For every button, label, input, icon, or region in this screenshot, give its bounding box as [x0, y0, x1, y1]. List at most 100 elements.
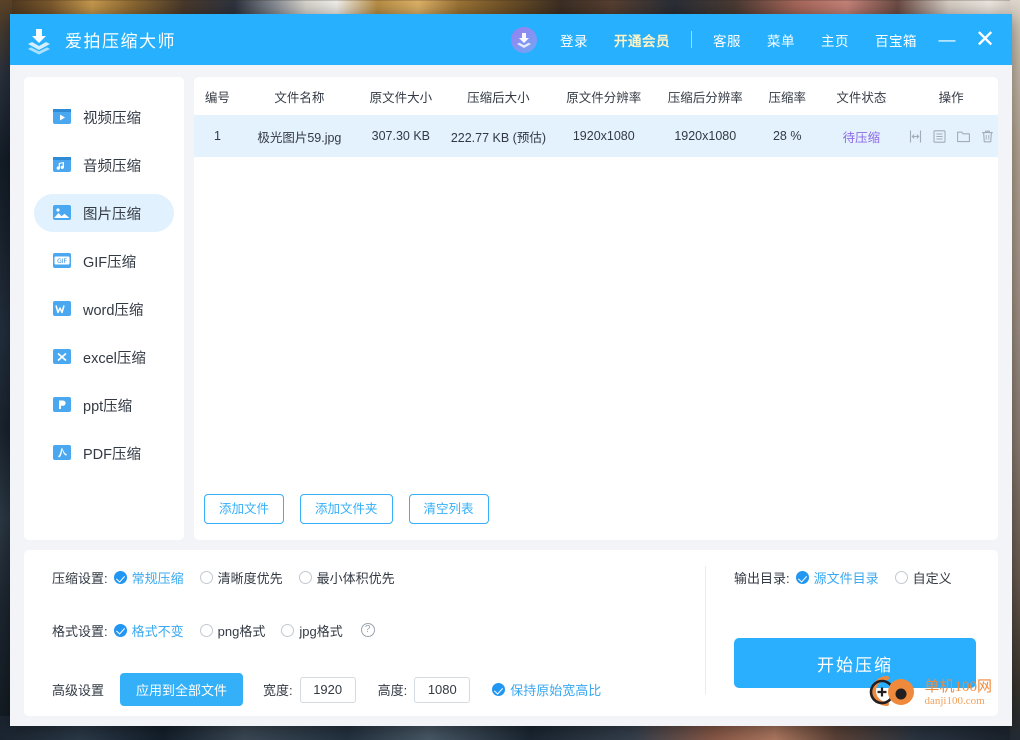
- detail-icon[interactable]: [932, 129, 947, 144]
- col-filename: 文件名称: [274, 90, 325, 105]
- radio-label: 清晰度优先: [217, 571, 283, 586]
- sidebar-item-label: 音频压缩: [83, 158, 141, 175]
- sidebar-item-word[interactable]: word压缩: [34, 290, 174, 328]
- sidebar-item-pdf[interactable]: PDF压缩: [34, 434, 174, 472]
- format-settings-row: 格式设置: 格式不变 png格式 jpg格式 ?: [52, 621, 705, 640]
- sidebar-item-video[interactable]: 视频压缩: [34, 98, 174, 136]
- open-folder-icon[interactable]: [956, 129, 971, 144]
- file-panel: 编号 文件名称 原文件大小 压缩后大小 原文件分辨率 压缩后分辨率 压缩率 文件…: [194, 77, 998, 540]
- radio-label: 自定义: [912, 571, 952, 586]
- sidebar-item-label: 图片压缩: [83, 206, 141, 223]
- titlebar-divider: [691, 31, 692, 48]
- image-compress-icon: [52, 203, 72, 223]
- radio-dot: [199, 571, 213, 584]
- video-compress-icon: [52, 107, 72, 127]
- compress-settings-label: 压缩设置:: [52, 571, 108, 586]
- app-title: 爱拍压缩大师: [65, 32, 176, 51]
- cell-filename: 极光图片59.jpg: [240, 115, 358, 157]
- settings-left: 压缩设置: 常规压缩 清晰度优先 最小体积优先 格式设置: 格式不变 png格式…: [24, 550, 705, 716]
- radio-keep-format[interactable]: 格式不变: [113, 621, 184, 640]
- file-table: 编号 文件名称 原文件大小 压缩后大小 原文件分辨率 压缩后分辨率 压缩率 文件…: [194, 77, 998, 157]
- top-row: 视频压缩 音频压缩 图片压缩 GIF GIF压缩 word压缩 excel压缩 …: [24, 77, 998, 540]
- sidebar-item-label: GIF压缩: [83, 254, 137, 271]
- sidebar: 视频压缩 音频压缩 图片压缩 GIF GIF压缩 word压缩 excel压缩 …: [24, 77, 184, 540]
- add-file-button[interactable]: 添加文件: [204, 493, 285, 524]
- user-avatar[interactable]: [511, 26, 537, 53]
- height-label: 高度:: [377, 683, 408, 698]
- svg-text:GIF: GIF: [57, 258, 67, 265]
- file-action-buttons: 添加文件 添加文件夹 清空列表: [194, 493, 998, 540]
- radio-dot: [795, 571, 809, 584]
- cell-orig-res: 1920x1080: [553, 115, 655, 157]
- radio-dot: [281, 623, 295, 637]
- titlebar-link-open-vip[interactable]: 开通会员: [601, 30, 683, 50]
- start-button-wrap: 开始压缩: [734, 638, 976, 688]
- radio-dot: [199, 623, 213, 637]
- radio-custom-directory[interactable]: 自定义: [894, 568, 952, 587]
- settings-panel: 压缩设置: 常规压缩 清晰度优先 最小体积优先 格式设置: 格式不变 png格式…: [24, 550, 998, 716]
- width-input[interactable]: [299, 676, 356, 703]
- row-actions: [904, 129, 998, 144]
- sidebar-item-label: ppt压缩: [83, 398, 133, 415]
- excel-compress-icon: [52, 347, 72, 367]
- output-dir-label: 输出目录:: [734, 571, 790, 586]
- radio-label: 常规压缩: [131, 571, 184, 586]
- col-orig-res: 原文件分辨率: [566, 90, 642, 105]
- add-folder-button[interactable]: 添加文件夹: [300, 493, 393, 524]
- checkbox-keep-aspect-ratio[interactable]: 保持原始宽高比: [492, 680, 601, 699]
- clear-list-button[interactable]: 清空列表: [408, 493, 489, 524]
- application-window: 爱拍压缩大师 登录 开通会员 客服 菜单 主页 百宝箱 — ✕ 视频压缩 音频压…: [10, 14, 1012, 726]
- sidebar-item-excel[interactable]: excel压缩: [34, 338, 174, 376]
- close-button[interactable]: ✕: [968, 27, 1002, 52]
- desktop-background: 爱拍压缩大师 登录 开通会员 客服 菜单 主页 百宝箱 — ✕ 视频压缩 音频压…: [0, 0, 1020, 740]
- radio-label: 最小体积优先: [316, 571, 395, 586]
- word-compress-icon: [52, 299, 72, 319]
- cell-new-size: 222.77 KB (预估): [443, 115, 554, 157]
- titlebar-link-support[interactable]: 客服: [700, 30, 754, 50]
- radio-clarity-priority[interactable]: 清晰度优先: [199, 568, 283, 587]
- col-status: 文件状态: [836, 90, 887, 105]
- col-new-size: 压缩后大小: [467, 90, 530, 105]
- window-body: 视频压缩 音频压缩 图片压缩 GIF GIF压缩 word压缩 excel压缩 …: [10, 65, 1012, 726]
- audio-compress-icon: [52, 155, 72, 175]
- width-label: 宽度:: [263, 683, 293, 698]
- titlebar-link-home[interactable]: 主页: [808, 30, 862, 50]
- col-orig-size: 原文件大小: [369, 90, 433, 105]
- advanced-settings-label: 高级设置: [52, 683, 105, 698]
- radio-png-format[interactable]: png格式: [199, 621, 265, 640]
- sidebar-item-audio[interactable]: 音频压缩: [34, 146, 174, 184]
- cell-operations: [904, 115, 998, 157]
- col-new-res: 压缩后分辨率: [667, 90, 743, 105]
- radio-dot: [894, 571, 908, 584]
- table-header-row: 编号 文件名称 原文件大小 压缩后大小 原文件分辨率 压缩后分辨率 压缩率 文件…: [194, 77, 998, 115]
- titlebar-link-toolbox[interactable]: 百宝箱: [862, 30, 930, 50]
- resize-icon[interactable]: [908, 129, 923, 144]
- sidebar-item-image[interactable]: 图片压缩: [34, 194, 174, 232]
- titlebar-link-menu[interactable]: 菜单: [754, 30, 808, 50]
- height-input[interactable]: [414, 676, 471, 703]
- table-row[interactable]: 1 极光图片59.jpg 307.30 KB 222.77 KB (预估) 19…: [194, 115, 998, 157]
- apply-to-all-button[interactable]: 应用到全部文件: [120, 673, 244, 706]
- cell-new-res: 1920x1080: [654, 115, 756, 157]
- radio-normal-compress[interactable]: 常规压缩: [113, 568, 184, 587]
- cell-orig-size: 307.30 KB: [357, 115, 444, 157]
- radio-source-directory[interactable]: 源文件目录: [795, 568, 879, 587]
- radio-smallest-size-priority[interactable]: 最小体积优先: [298, 568, 395, 587]
- radio-label: jpg格式: [299, 623, 343, 639]
- radio-label: 源文件目录: [813, 571, 879, 586]
- checkbox-dot: [492, 683, 506, 696]
- delete-icon[interactable]: [980, 129, 995, 144]
- cell-ratio: 28 %: [755, 115, 819, 157]
- titlebar-actions: 登录 开通会员 客服 菜单 主页 百宝箱 — ✕: [511, 14, 1002, 65]
- gif-compress-icon: GIF: [52, 251, 72, 271]
- minimize-button[interactable]: —: [930, 31, 964, 48]
- sidebar-item-gif[interactable]: GIF GIF压缩: [34, 242, 174, 280]
- titlebar-link-login[interactable]: 登录: [547, 30, 601, 50]
- col-index: 编号: [204, 90, 230, 105]
- start-compress-button[interactable]: 开始压缩: [734, 638, 976, 688]
- question-mark-icon[interactable]: ?: [360, 623, 375, 637]
- brand: 爱拍压缩大师: [24, 25, 176, 55]
- sidebar-item-label: PDF压缩: [83, 446, 141, 463]
- sidebar-item-ppt[interactable]: ppt压缩: [34, 386, 174, 424]
- radio-jpg-format[interactable]: jpg格式: [281, 621, 343, 640]
